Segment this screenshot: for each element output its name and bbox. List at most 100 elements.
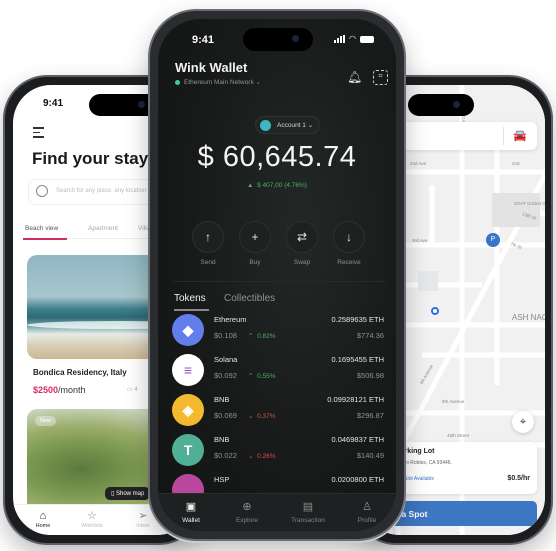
map-street-label: 8th Avenue: [442, 399, 465, 404]
show-map-button[interactable]: ▯ Show map: [105, 487, 151, 500]
chevron-down-icon: ⌄: [248, 453, 254, 460]
search-divider: [503, 127, 504, 145]
chevron-down-icon: ⌄: [255, 79, 261, 86]
token-amount: 0.0469837 ETH: [331, 435, 384, 444]
nav-wishlists[interactable]: ☆ Wishlists: [72, 509, 112, 529]
arrow-up-icon: ↑: [192, 221, 224, 253]
account-selector[interactable]: Account 1 ⌄: [255, 116, 320, 134]
token-value: $140.49: [356, 451, 384, 460]
map-icon: ▯: [111, 491, 115, 497]
token-row[interactable]: ≡ Solana $0.092 ⌃ 0.55% 0.1695455 ETH $506.98: [158, 351, 396, 391]
token-value: $774.36: [356, 331, 384, 340]
listing-price: $2500/month: [33, 385, 86, 395]
bell-icon[interactable]: 🔔︎: [347, 70, 362, 86]
star-icon: ☆: [87, 510, 97, 522]
map-street-label: 2nd Ave: [410, 161, 427, 166]
listing-name[interactable]: Bondica Residency, Italy: [33, 368, 127, 377]
token-row[interactable]: ◈ BNB $0.069 ⌄ 0.37% 0.09928121 ETH $296.87: [158, 391, 396, 431]
token-name: Ethereum: [214, 315, 247, 324]
token-name: BNB: [214, 395, 230, 404]
user-icon: ♙: [362, 501, 372, 513]
nav-wallet[interactable]: ▣ Wallet: [162, 500, 220, 524]
divider: [174, 281, 385, 282]
total-balance: $ 60,645.74: [197, 141, 357, 173]
balance-change: ▲ $ 407,00 (4.76%): [247, 182, 307, 189]
wallet-icon: ▣: [185, 501, 197, 513]
token-amount: 0.09928121 ETH: [327, 395, 384, 404]
nav-explore[interactable]: ⊕ Explore: [218, 500, 276, 524]
map-street-label: 2nd: [512, 161, 520, 166]
account-avatar: [260, 120, 271, 131]
wallet-app-screen: 9:41 ◠ Wink Wallet Ethereum Main Network…: [158, 19, 396, 531]
token-price: $0.022: [214, 451, 237, 460]
tab-tokens[interactable]: Tokens: [174, 293, 206, 304]
token-price: $0.069: [214, 411, 237, 420]
token-logo-icon: ◆: [172, 314, 204, 346]
token-change: ⌄ 0.26%: [248, 453, 276, 460]
lot-rate: $0.5/hr: [507, 475, 530, 482]
bed-icon: ▭: [127, 387, 133, 393]
battery-icon: [360, 35, 374, 43]
price-value: $2500: [33, 385, 59, 395]
home-icon: ⌂: [39, 510, 47, 522]
search-placeholder: Search for any place, any location: [56, 188, 147, 194]
token-amount: 0.1695455 ETH: [331, 355, 384, 364]
parking-pin-icon[interactable]: P: [486, 233, 500, 247]
receive-button[interactable]: ↓ Receive: [332, 221, 366, 266]
status-time: 9:41: [43, 98, 64, 109]
signal-icon: [334, 35, 346, 43]
token-price: $0.092: [214, 371, 237, 380]
new-badge: New: [35, 416, 57, 426]
token-amount: 0.2589635 ETH: [331, 315, 384, 324]
search-icon: [36, 185, 48, 197]
locate-me-button[interactable]: ⌖: [512, 411, 534, 433]
token-value: $506.98: [356, 371, 384, 380]
menu-icon[interactable]: [33, 127, 44, 141]
token-name: HSP: [214, 475, 230, 484]
token-change: ⌄ 0.37%: [248, 413, 276, 420]
token-name: BNB: [214, 435, 230, 444]
token-logo-icon: ≡: [172, 354, 204, 386]
tab-collectibles[interactable]: Collectibles: [224, 293, 275, 304]
token-logo-icon: T: [172, 434, 204, 466]
tab-beach-view[interactable]: Beach view: [25, 225, 58, 232]
status-time: 9:41: [192, 34, 215, 46]
token-value: $296.87: [356, 411, 384, 420]
tab-apartment[interactable]: Apartment: [88, 225, 118, 232]
chevron-up-icon: ⌃: [248, 333, 254, 340]
token-logo-icon: ◈: [172, 394, 204, 426]
price-period: /month: [58, 385, 86, 395]
send-button[interactable]: ↑ Send: [191, 221, 225, 266]
plus-icon: +: [239, 221, 271, 253]
chevron-down-icon: ⌄: [307, 122, 314, 129]
wallet-app-phone: 9:41 ◠ Wink Wallet Ethereum Main Network…: [148, 9, 406, 541]
map-street-label: SOAT Cricket Ground: [514, 201, 545, 206]
car-icon[interactable]: 🚘: [513, 129, 527, 142]
globe-icon: ⊕: [242, 501, 252, 513]
token-price: $0.108: [214, 331, 237, 340]
token-amount: 0.0200800 ETH: [331, 475, 384, 484]
network-selector[interactable]: Ethereum Main Network ⌄: [175, 78, 261, 86]
network-status-dot: [175, 79, 180, 85]
swap-button[interactable]: ⇄ Swap: [285, 221, 319, 266]
map-street-label: 3rd Ave: [412, 238, 428, 243]
token-change: ⌃ 0.55%: [248, 373, 276, 380]
scan-qr-icon[interactable]: ⌗: [373, 70, 388, 85]
receipt-icon: ▤: [302, 501, 314, 513]
quick-actions: ↑ Send + Buy ⇄ Swap ↓ Receive: [191, 221, 376, 271]
active-tab-indicator: [23, 238, 67, 240]
nav-home[interactable]: ⌂ Home: [23, 509, 63, 529]
dynamic-island: [243, 28, 313, 51]
crosshair-icon: ⌖: [519, 416, 527, 428]
status-icons: ◠: [334, 35, 374, 43]
buy-button[interactable]: + Buy: [238, 221, 272, 266]
token-name: Solana: [214, 355, 238, 364]
bottom-nav: ▣ Wallet ⊕ Explore ▤ Transaction ♙ Profile: [158, 493, 396, 531]
token-row[interactable]: ◆ Ethereum $0.108 ⌃ 0.82% 0.2589635 ETH $774.…: [158, 311, 396, 351]
swap-icon: ⇄: [286, 221, 318, 253]
nav-profile[interactable]: ♙ Profile: [338, 500, 396, 524]
page-title: Find your stay: [32, 149, 149, 168]
token-row[interactable]: T BNB $0.022 ⌄ 0.26% 0.0469837 ETH $140.49: [158, 431, 396, 471]
map-street-label: 46th Street: [447, 433, 470, 438]
nav-transaction[interactable]: ▤ Transaction: [279, 500, 337, 524]
